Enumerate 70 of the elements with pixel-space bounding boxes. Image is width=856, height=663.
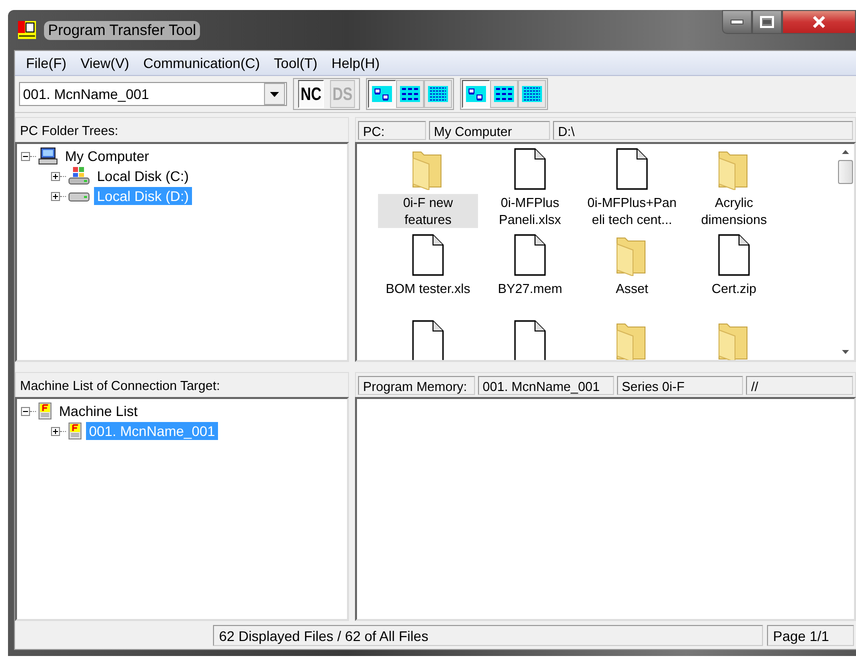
menu-item[interactable]: Communication(C) [136,53,267,73]
maximize-button[interactable] [752,10,782,34]
file-icon[interactable] [513,234,547,276]
file-name[interactable]: 0i-MFPlus Paneli.xlsx [480,194,580,228]
details-view-icon [427,85,450,103]
file-icon[interactable] [513,320,547,360]
window-title: Program Transfer Tool [44,20,200,40]
minimize-button[interactable] [722,10,752,34]
file-name[interactable]: BOM tester.xls [384,280,472,297]
expand-icon[interactable] [51,426,60,436]
info-field: Series 0i-F [616,376,744,394]
menu-item[interactable]: View(V) [73,53,136,73]
pane-title: PC Folder Trees: [19,122,118,138]
file-icon[interactable] [411,320,445,360]
menu-item[interactable]: Tool(T) [266,53,324,73]
file-name[interactable]: 0i-F new features [378,194,478,228]
view-button[interactable] [518,80,546,108]
menu-item[interactable]: File(F) [19,53,74,73]
disk-drive-icon [68,190,90,202]
machine-dropdown[interactable]: 001. McnName_001 [19,82,287,106]
app-icon [18,21,36,39]
view-button[interactable] [396,80,424,108]
view-button[interactable] [462,80,490,108]
collapse-icon[interactable] [21,406,30,416]
maximize-icon [760,16,774,28]
mode-button[interactable]: NC [298,80,324,108]
path-field: PC: [358,120,426,140]
tree-item[interactable]: Local Disk (C:) [94,167,192,185]
file-icon[interactable] [411,234,445,276]
file-icon[interactable] [717,234,751,276]
view-button[interactable] [424,80,452,108]
file-name[interactable]: Cert.zip [710,280,758,297]
scroll-thumb[interactable] [838,160,853,184]
machine-icon [38,402,52,420]
close-icon [811,16,827,28]
file-name[interactable]: 0i-MFPlus+Pan eli tech cent... [582,194,682,228]
list-view-icon [399,85,422,103]
close-button[interactable] [782,10,856,34]
status-text: 62 Displayed Files / 62 of All Files [213,624,763,646]
info-field: // [746,376,853,394]
collapse-icon[interactable] [21,152,30,160]
tree-item[interactable]: My Computer [62,147,152,165]
scroll-up-icon[interactable] [842,150,849,154]
file-icon[interactable] [615,148,649,190]
disk-drive-icon [68,167,90,185]
file-name[interactable]: Acrylic dimensions [684,194,784,228]
info-field: Program Memory: [358,376,475,394]
large-icons-icon [465,85,488,103]
expand-icon[interactable] [51,172,60,180]
machine-icon [68,422,82,440]
list-view-icon [493,85,516,103]
computer-icon [38,147,58,165]
details-view-icon [521,85,544,103]
menu-item[interactable]: Help(H) [324,53,387,73]
minimize-icon [730,19,744,25]
pane-title: Machine List of Connection Target: [19,378,220,392]
expand-icon[interactable] [51,192,60,200]
path-field: D:\ [552,120,853,140]
large-icons-icon [371,85,394,103]
path-field: My Computer [428,120,550,140]
scroll-down-icon[interactable] [842,350,849,354]
tree-item[interactable]: Machine List [56,402,141,420]
view-button[interactable] [490,80,518,108]
view-button[interactable] [368,80,396,108]
file-icon[interactable] [513,148,547,190]
file-name[interactable]: BY27.mem [496,280,564,297]
page-indicator: Page 1/1 [767,624,854,646]
dropdown-arrow-icon [270,92,279,96]
info-field: 001. McnName_001 [478,376,614,394]
file-name[interactable]: Asset [614,280,650,297]
